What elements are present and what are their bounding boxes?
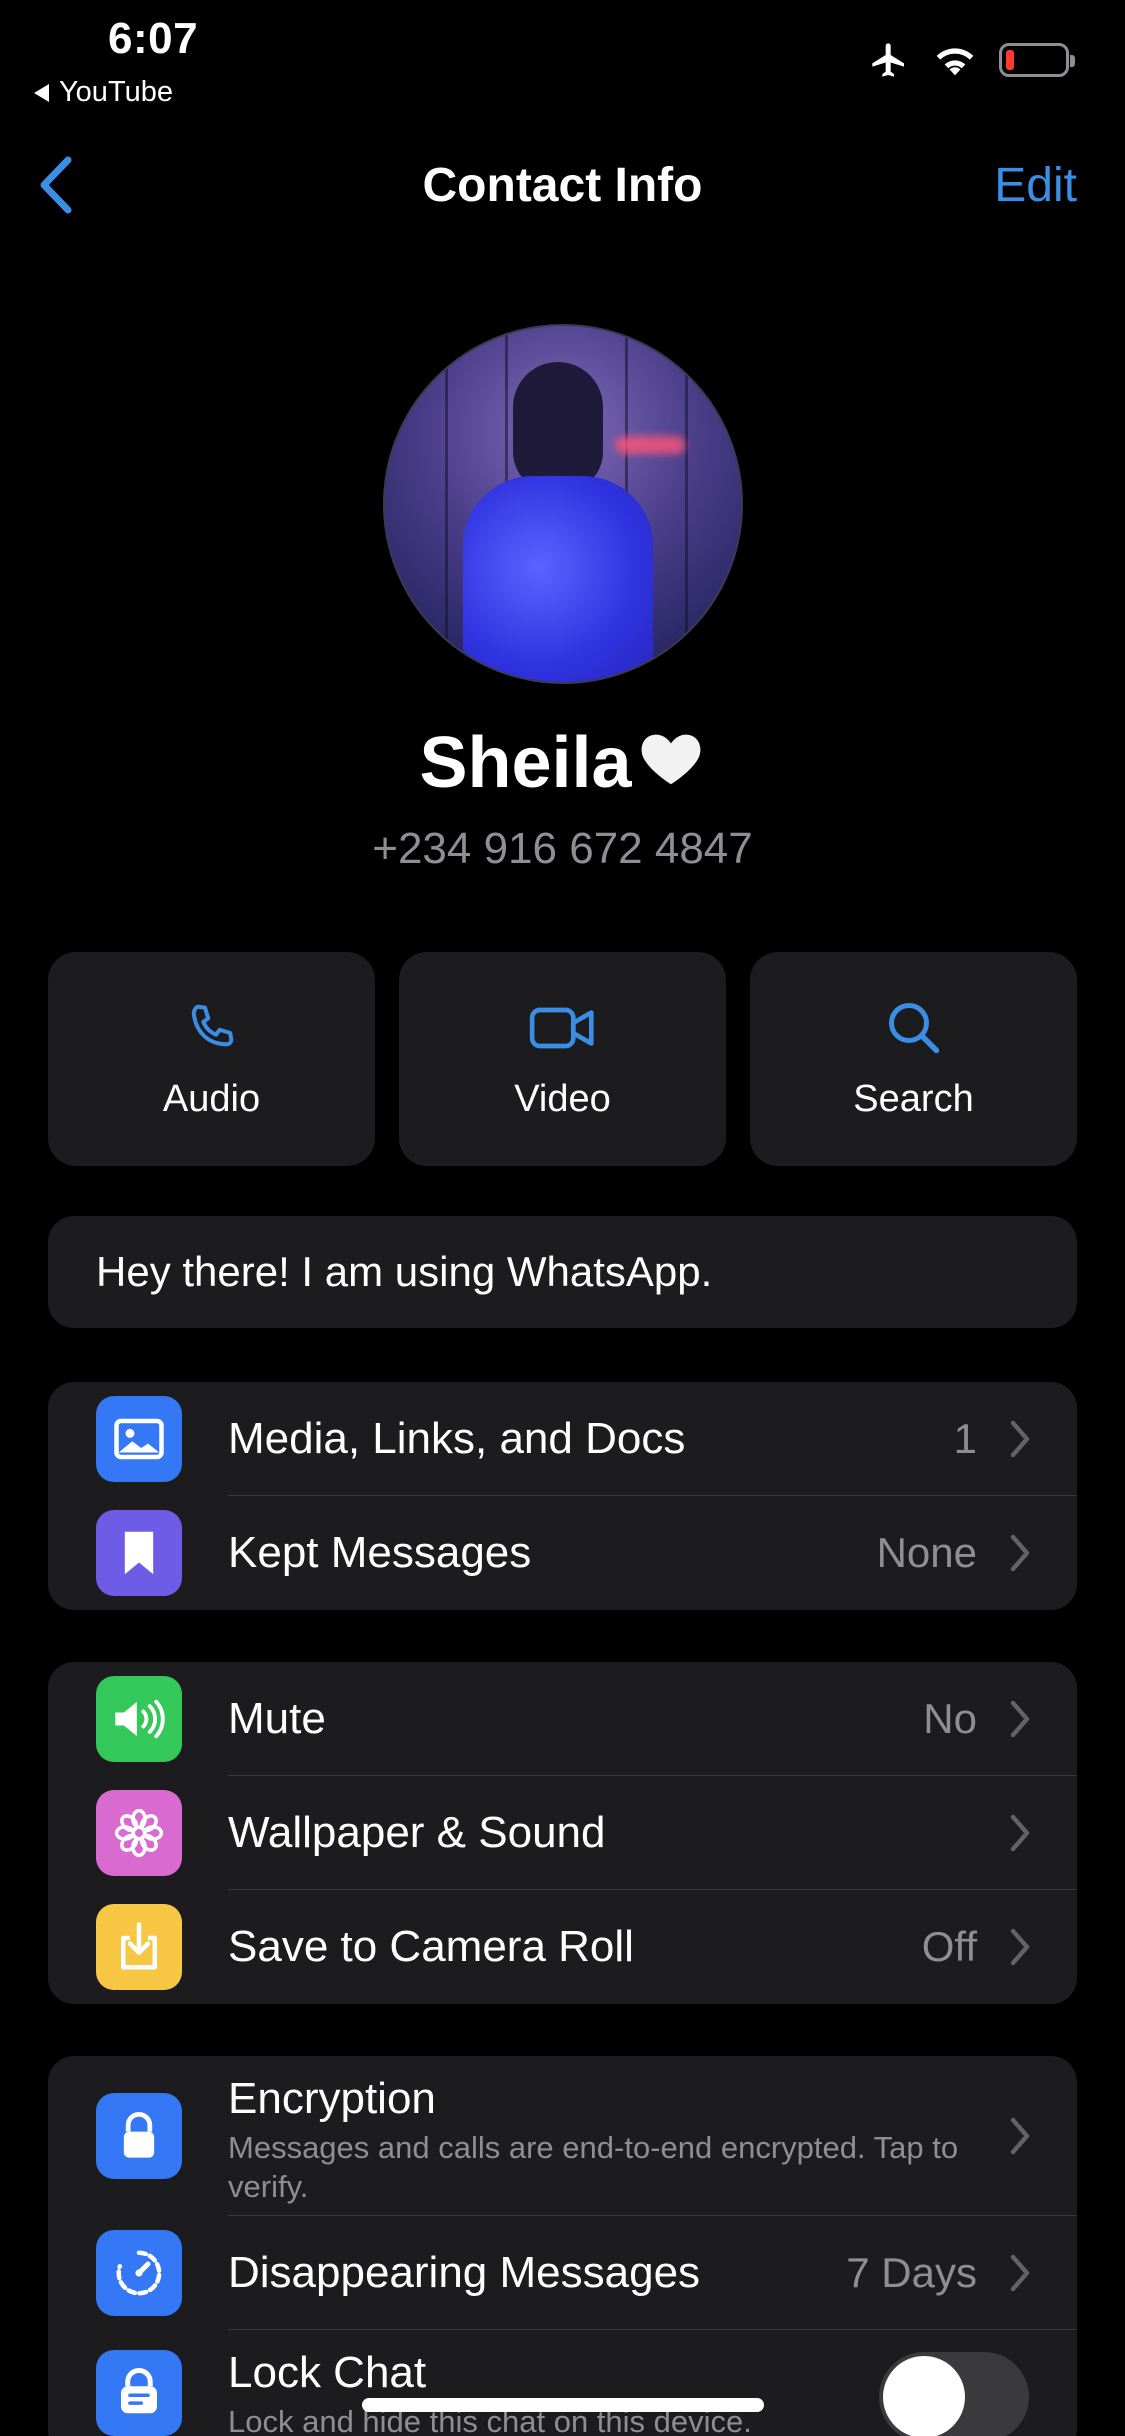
- chevron-right-icon: [1010, 1928, 1030, 1966]
- row-mute[interactable]: Mute No: [48, 1662, 1077, 1776]
- row-disappearing-messages[interactable]: Disappearing Messages 7 Days: [48, 2216, 1077, 2330]
- avatar[interactable]: [383, 324, 743, 684]
- row-label: Wallpaper & Sound: [228, 1808, 606, 1857]
- about-status[interactable]: Hey there! I am using WhatsApp.: [48, 1216, 1077, 1328]
- wifi-icon: [936, 48, 974, 76]
- airplane-icon: [872, 43, 904, 77]
- row-kept-messages[interactable]: Kept Messages None: [48, 1496, 1077, 1610]
- settings-group: Mute No Wallpaper & Sound Save to Camera…: [48, 1662, 1077, 2004]
- row-save-to-camera-roll[interactable]: Save to Camera Roll Off: [48, 1890, 1077, 2004]
- page-title: Contact Info: [422, 159, 703, 212]
- audio-label: Audio: [162, 1077, 261, 1120]
- status-icons: [867, 40, 1075, 80]
- row-encryption[interactable]: Encryption Messages and calls are end-to…: [48, 2056, 1077, 2216]
- video-label: Video: [514, 1077, 611, 1120]
- lock-chat-icon: [96, 2350, 182, 2436]
- toggle-knob: [883, 2356, 965, 2436]
- search-icon: [888, 1002, 939, 1053]
- row-value: None: [876, 1529, 977, 1576]
- row-label: Disappearing Messages: [228, 2248, 701, 2297]
- row-subtitle: Messages and calls are end-to-end encryp…: [228, 2130, 959, 2204]
- photo-icon: [96, 1396, 182, 1482]
- row-value: 1: [953, 1415, 977, 1462]
- bookmark-icon: [96, 1510, 182, 1596]
- row-value: No: [923, 1695, 977, 1742]
- home-indicator[interactable]: [362, 2398, 764, 2412]
- row-value: 7 Days: [846, 2249, 977, 2296]
- chevron-right-icon: [1010, 2254, 1030, 2292]
- contact-name: Sheila: [0, 722, 1125, 804]
- back-app-label: YouTube: [59, 76, 173, 108]
- action-buttons: Audio Video Search: [48, 952, 1077, 1166]
- status-time: 6:07: [108, 14, 199, 63]
- row-lock-chat[interactable]: Lock Chat Lock and hide this chat on thi…: [48, 2330, 1077, 2436]
- media-group: Media, Links, and Docs 1 Kept Messages N…: [48, 1382, 1077, 1610]
- contact-phone: +234 916 672 4847: [372, 824, 753, 873]
- phone-icon: [191, 1004, 233, 1046]
- row-wallpaper-sound[interactable]: Wallpaper & Sound: [48, 1776, 1077, 1890]
- contact-name-text: Sheila: [419, 723, 632, 803]
- privacy-group: Encryption Messages and calls are end-to…: [48, 2056, 1077, 2436]
- download-icon: [96, 1904, 182, 1990]
- row-value: Off: [921, 1923, 977, 1970]
- back-triangle-icon: [34, 83, 49, 102]
- row-label: Lock Chat: [228, 2348, 427, 2397]
- status-bar: 6:07 YouTube: [0, 0, 1125, 120]
- video-call-button[interactable]: Video: [399, 952, 726, 1166]
- about-text: Hey there! I am using WhatsApp.: [96, 1248, 713, 1295]
- chevron-right-icon: [1010, 1814, 1030, 1852]
- row-label: Mute: [228, 1694, 326, 1743]
- row-label: Save to Camera Roll: [228, 1922, 634, 1971]
- chevron-right-icon: [1010, 1534, 1030, 1572]
- row-label: Encryption: [228, 2074, 436, 2123]
- edit-button[interactable]: Edit: [994, 158, 1077, 213]
- flower-icon: [96, 1790, 182, 1876]
- nav-bar: Contact Info Edit: [0, 140, 1125, 230]
- chevron-right-icon: [1010, 1420, 1030, 1458]
- row-label: Kept Messages: [228, 1528, 532, 1577]
- white-heart-icon: [641, 734, 700, 785]
- video-camera-icon: [529, 1007, 594, 1048]
- battery-icon: [999, 43, 1075, 77]
- lock-chat-toggle[interactable]: [879, 2352, 1029, 2436]
- search-label: Search: [853, 1077, 974, 1120]
- audio-call-button[interactable]: Audio: [48, 952, 375, 1166]
- row-media-links-docs[interactable]: Media, Links, and Docs 1: [48, 1382, 1077, 1496]
- search-button[interactable]: Search: [750, 952, 1077, 1166]
- lock-icon: [96, 2093, 182, 2179]
- speaker-icon: [96, 1676, 182, 1762]
- chevron-right-icon: [1010, 2117, 1030, 2155]
- back-to-app-link[interactable]: YouTube: [34, 76, 173, 109]
- row-label: Media, Links, and Docs: [228, 1414, 686, 1463]
- timer-icon: [96, 2230, 182, 2316]
- chevron-right-icon: [1010, 1700, 1030, 1738]
